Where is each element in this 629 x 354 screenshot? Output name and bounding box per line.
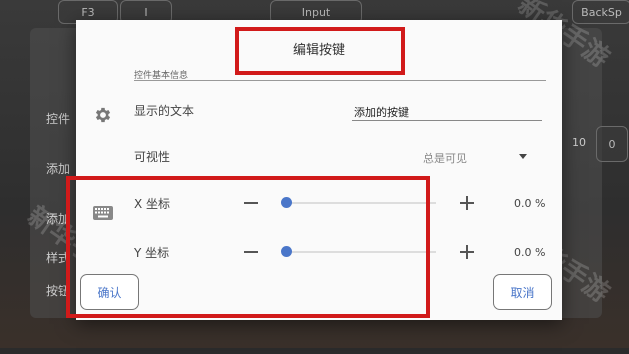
bg-row: 控件 [46, 112, 71, 126]
section-divider [134, 80, 546, 81]
cancel-button-label: 取消 [510, 285, 535, 300]
bg-key-label: I [144, 5, 148, 19]
highlight-box-title [235, 27, 405, 75]
bg-key-label: Input [301, 5, 331, 19]
display-text-underline [352, 120, 542, 121]
bg-key-label: F3 [81, 5, 95, 19]
bg-value-box: 0 [596, 126, 628, 162]
bg-row: 添加 [46, 162, 71, 176]
y-coord-value: 0.0 % [514, 246, 546, 259]
cancel-button[interactable]: 取消 [493, 274, 552, 310]
y-increase-button[interactable] [460, 245, 474, 259]
chevron-down-icon[interactable] [519, 154, 527, 159]
bg-value: 10 [572, 136, 586, 149]
display-text-label: 显示的文本 [134, 104, 195, 118]
highlight-box-coords [66, 176, 430, 318]
gear-icon [92, 104, 114, 126]
bg-key-label: BackSp [581, 5, 622, 19]
visibility-label: 可视性 [134, 150, 171, 164]
visibility-dropdown[interactable]: 总是可见 [423, 150, 467, 166]
x-coord-value: 0.0 % [514, 197, 546, 210]
x-increase-button[interactable] [460, 196, 474, 210]
display-text-input[interactable]: 添加的按键 [354, 104, 409, 120]
bg-value-label: 0 [608, 137, 616, 151]
